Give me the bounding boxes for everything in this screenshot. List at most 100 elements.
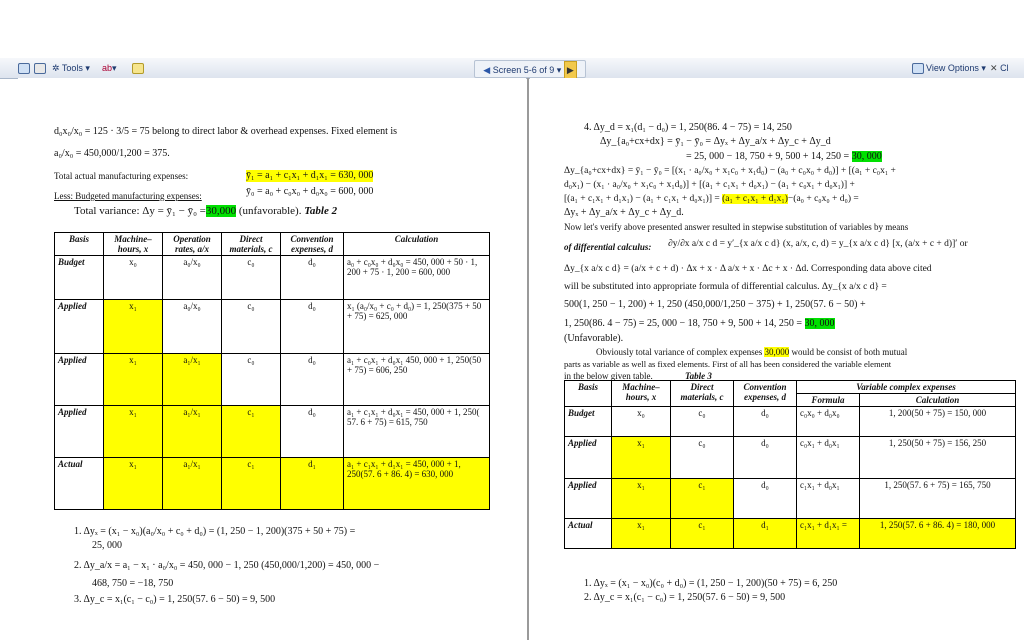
text-line: Δy_{a₀+cx+dx} = ȳ₁ − ȳ₀ = Δyₓ + Δy_a/x +…: [600, 136, 831, 147]
fixed-element-equation: d₀x₀/x₀ = 125 · 3/5 = 75 belong to direc…: [54, 126, 398, 137]
text-line: of differential calculus:: [564, 242, 652, 252]
table-cell: c₁x₁ + d₁x₁ =: [796, 518, 860, 549]
table-header: Machine–hours, x: [611, 380, 671, 407]
table-header: Convention expenses, d: [280, 232, 344, 256]
table-cell: a₁/x₁: [162, 405, 222, 458]
yellow-highlight: 30,000: [764, 347, 790, 357]
chevron-down-icon: ▾: [556, 65, 562, 75]
table-cell: Actual: [54, 457, 104, 510]
table-row: Applied x₁ a₀/x₀ c₀ d₀ x₁ (a₀/x₀ + c₀ + …: [54, 299, 490, 354]
screen-indicator[interactable]: Screen 5-6 of 9: [493, 65, 555, 75]
table-cell: 1, 200(50 + 75) = 150, 000: [859, 406, 1016, 437]
table-header: Machine–hours, x: [103, 232, 163, 256]
table-cell: d₀: [280, 255, 344, 300]
table-cell: a₁/x₁: [162, 353, 222, 406]
view-options-menu[interactable]: View Options ▾: [912, 60, 986, 76]
chevron-down-icon: ▾: [112, 63, 117, 73]
table-cell: d₀: [280, 405, 344, 458]
text-line: ∂y/∂x a/x c d = y′_{x a/x c d} (x, a/x, …: [668, 239, 968, 249]
table-row: Applied x₁ c₀ d₀ c₀x₁ + d₀x₁ 1, 250(50 +…: [564, 436, 1016, 479]
list-item: 25, 000: [92, 540, 122, 551]
table-cell: x₁: [611, 518, 671, 549]
table-cell: a₁/x₁: [162, 457, 222, 510]
total-variance-label: Total variance: Δy = ȳ₁ − ȳ₀ =: [74, 205, 206, 217]
page-divider: [527, 78, 529, 640]
table-cell: x₁: [103, 457, 163, 510]
table-header: Calculation: [859, 393, 1016, 407]
text-line: [(a₁ + c₁x₁ + d₁x₁) − (a₁ + c₁x₁ + d₀x₁)…: [564, 194, 859, 204]
table-cell: c₀x₁ + d₀x₁: [796, 436, 860, 479]
previous-screen-button[interactable]: ◀: [483, 62, 490, 78]
table-header-row: Basis Machine–hours, x Direct materials,…: [564, 380, 1016, 407]
reading-toolbar: ✲ Tools ▾ ab▾ ◀ Screen 5-6 of 9 ▾ ▶ View…: [0, 58, 1024, 79]
table-row: Actual x₁ c₁ d₁ c₁x₁ + d₁x₁ = 1, 250(57.…: [564, 518, 1016, 549]
text-line: 500(1, 250 − 1, 200) + 1, 250 (450,000/1…: [564, 299, 866, 310]
table-cell: x₀: [103, 255, 163, 300]
table-cell: c₀: [670, 406, 734, 437]
list-item: 1. Δyₓ = (x₁ − x₀)(a₀/x₀ + c₀ + d₀) = (1…: [74, 526, 356, 537]
list-item: 3. Δy_c = x₁(c₁ − c₀) = 1, 250(57. 6 − 5…: [74, 594, 276, 605]
text-line: parts as variable as well as fixed eleme…: [564, 359, 892, 369]
comment-button[interactable]: [132, 60, 146, 76]
table-cell: a₀/x₀: [162, 299, 222, 354]
table-cell: a₁ + c₁x₁ + d₀x₁ = 450, 000 + 1, 250( 57…: [343, 405, 490, 458]
table-header: Direct materials, c: [670, 380, 734, 407]
text-line: 4. Δy_d = x₁(d₁ − d₀) = 1, 250(86. 4 − 7…: [584, 122, 792, 133]
text-line: (Unfavorable).: [564, 333, 624, 344]
table-cell: x₁ (a₀/x₀ + c₀ + d₀) = 1, 250(375 + 50 +…: [343, 299, 490, 354]
table-cell: c₁: [670, 478, 734, 519]
page-left: d₀x₀/x₀ = 125 · 3/5 = 75 belong to direc…: [18, 78, 526, 640]
budget-expenses-equation: ȳ₀ = a₀ + c₀x₀ + d₀x₀ = 600, 000: [246, 186, 374, 197]
table-cell: 1, 250(50 + 75) = 156, 250: [859, 436, 1016, 479]
table-cell: x₁: [103, 405, 163, 458]
table-header: Variable complex expenses: [796, 380, 1016, 394]
next-screen-button[interactable]: ▶: [563, 61, 577, 79]
save-button[interactable]: [18, 60, 32, 76]
table-cell: Applied: [54, 353, 104, 406]
print-icon: [34, 63, 46, 75]
table-header: Formula: [796, 393, 860, 407]
close-icon: ✕: [990, 63, 998, 73]
actual-expenses-equation: ȳ₁ = a₁ + c₁x₁ + d₁x₁ = 630, 000: [246, 170, 374, 182]
table-cell: d₀: [733, 478, 797, 519]
table-2: Basis Machine–hours, x Operation rates, …: [54, 232, 490, 510]
table-cell: x₁: [103, 299, 163, 354]
table-cell: Actual: [564, 518, 612, 549]
table-row: Budget x₀ c₀ d₀ c₀x₀ + d₀x₀ 1, 200(50 + …: [564, 406, 1016, 437]
table-header: Basis: [564, 380, 612, 407]
table-cell: x₁: [611, 478, 671, 519]
table-cell: Applied: [564, 478, 612, 519]
table-cell: c₀: [221, 353, 281, 406]
highlight-button[interactable]: ab▾: [102, 60, 117, 76]
print-button[interactable]: [34, 60, 48, 76]
table-header: Basis: [54, 232, 104, 256]
table-cell: a₀ + c₀x₀ + d₀x₀ = 450, 000 + 50 · 1, 20…: [343, 255, 490, 300]
list-item: 2. Δy_a/x = a₁ − x₁ · a₀/x₀ = 450, 000 −…: [74, 560, 380, 571]
table-cell: c₁: [221, 405, 281, 458]
tools-icon: ✲: [52, 63, 60, 73]
close-button[interactable]: ✕ Cl: [990, 60, 1009, 76]
table-cell: d₀: [733, 436, 797, 479]
table-cell: a₁ + c₁x₁ + d₁x₁ = 450, 000 + 1, 250(57.…: [343, 457, 490, 510]
table-cell: x₁: [611, 436, 671, 479]
tools-menu[interactable]: ✲ Tools ▾: [52, 60, 90, 76]
table-cell: d₁: [280, 457, 344, 510]
table-cell: c₁x₁ + d₀x₁: [796, 478, 860, 519]
table-row: Actual x₁ a₁/x₁ c₁ d₁ a₁ + c₁x₁ + d₁x₁ =…: [54, 457, 490, 510]
table-cell: Budget: [54, 255, 104, 300]
list-item: 468, 750 = −18, 750: [92, 578, 174, 589]
highlight-icon: ab: [102, 63, 113, 73]
table-cell: Budget: [564, 406, 612, 437]
text-line: d₀x₁) − (x₁ · a₀/x₀ + x₁c₀ + x₁d₀)] + [(…: [564, 180, 855, 190]
table-header: Operation rates, a/x: [162, 232, 222, 256]
table-cell: a₀/x₀: [162, 255, 222, 300]
text-line: Δyₓ + Δy_a/x + Δy_c + Δy_d.: [564, 207, 684, 218]
table-row: Budget x₀ a₀/x₀ c₀ d₀ a₀ + c₀x₀ + d₀x₀ =…: [54, 255, 490, 300]
text-line: = 25, 000 − 18, 750 + 9, 500 + 14, 250 =…: [686, 151, 882, 162]
table-cell: x₁: [103, 353, 163, 406]
table-header: Direct materials, c: [221, 232, 281, 256]
table-cell: Applied: [54, 405, 104, 458]
list-item: 2. Δy_c = x₁(c₁ − c₀) = 1, 250(57. 6 − 5…: [584, 592, 786, 603]
text-line: Δy_{x a/x c d} = (a/x + c + d) · Δx + x …: [564, 264, 932, 274]
view-options-icon: [912, 63, 924, 75]
